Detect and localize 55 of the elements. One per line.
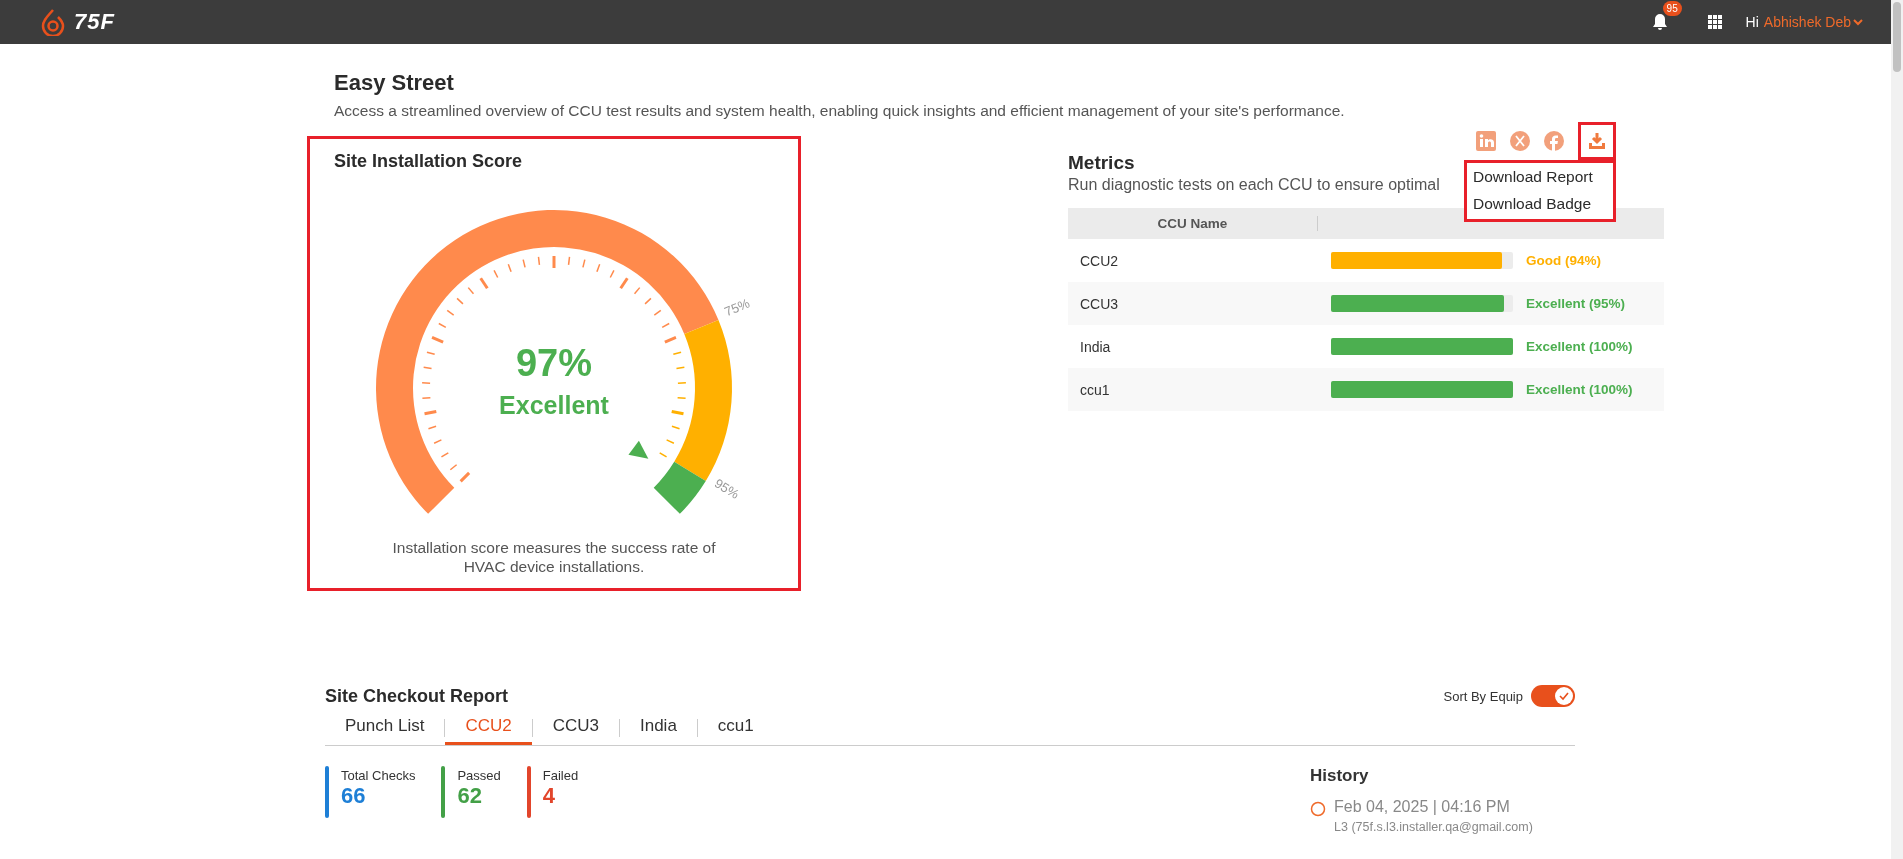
tab[interactable]: ccu1 — [697, 716, 774, 745]
logo-icon — [40, 8, 66, 36]
sort-toggle[interactable] — [1531, 685, 1575, 707]
download-icon — [1587, 131, 1607, 151]
section-title: Site Checkout Report — [325, 685, 509, 707]
metrics-title: Metrics — [1068, 152, 1136, 174]
gauge-label: 95% — [711, 475, 742, 502]
greeting-text: Hi — [1745, 14, 1759, 30]
history-time: Feb 04, 2025 | 04:16 PM — [1334, 798, 1511, 816]
gauge-label: 75% — [722, 295, 752, 320]
check-icon — [1559, 691, 1569, 701]
stat-label: Failed — [542, 768, 579, 783]
tab[interactable]: Punch List — [325, 716, 445, 745]
page-description: Access a streamlined overview of CCU test results and system health, enabling quick insights and efficient management of your site's performance. — [334, 102, 1346, 120]
tab[interactable]: India — [620, 716, 697, 745]
score-text: Good (94%) — [1526, 253, 1601, 268]
table-cell-text: CCU3 — [1079, 295, 1120, 312]
stat-value: 4 — [542, 783, 557, 809]
sort-label: Sort By Equip — [1443, 688, 1523, 704]
facebook-icon[interactable] — [1544, 131, 1564, 151]
x-icon[interactable] — [1510, 131, 1530, 151]
stat-value: 66 — [341, 783, 367, 809]
stat-value: 62 — [457, 783, 483, 809]
scrollbar[interactable] — [1891, 0, 1903, 859]
score-text: Excellent (100%) — [1526, 382, 1633, 397]
chevron-down-icon — [1853, 18, 1863, 26]
download-button[interactable] — [1578, 122, 1616, 160]
score-text: Excellent (100%) — [1526, 339, 1633, 354]
user-menu[interactable]: Abhishek Deb — [1758, 14, 1863, 30]
timeline-node-icon — [1310, 801, 1326, 817]
table-cell-text: ccu1 — [1079, 381, 1111, 398]
tab[interactable]: CCU2 — [445, 716, 532, 745]
metrics-subtitle: Run diagnostic tests on each CCU to ensure optimal — [1068, 176, 1440, 194]
history-title: History — [1310, 766, 1370, 786]
page-title: Easy Street — [334, 70, 455, 96]
menu-item[interactable]: Download Badge — [1467, 191, 1613, 218]
score-rating: Excellent — [499, 391, 609, 419]
gauge-needle — [628, 440, 649, 459]
stat-label: Passed — [457, 768, 501, 783]
notification-bell-icon[interactable] — [1651, 13, 1668, 31]
column-header: CCU Name — [1068, 216, 1318, 231]
card-title: Site Installation Score — [334, 151, 523, 172]
history-user: L3 (75f.s.l3.installer.qa@gmail.com) — [1334, 820, 1533, 834]
tab[interactable]: CCU3 — [532, 716, 619, 745]
notification-count: 95 — [1662, 1, 1682, 16]
score-caption: Installation score measures the success rate of HVAC device installations. — [391, 538, 717, 576]
table-cell-text: India — [1079, 338, 1112, 355]
menu-item[interactable]: Download Report — [1467, 164, 1613, 191]
apps-grid-icon[interactable] — [1707, 15, 1722, 29]
score-value: 97% — [515, 342, 593, 384]
linkedin-icon[interactable] — [1476, 131, 1496, 151]
stat-label: Total Checks — [341, 768, 416, 783]
logo-text: 75F — [74, 9, 115, 35]
table-cell-text: CCU2 — [1079, 252, 1120, 269]
score-text: Excellent (95%) — [1526, 296, 1626, 311]
